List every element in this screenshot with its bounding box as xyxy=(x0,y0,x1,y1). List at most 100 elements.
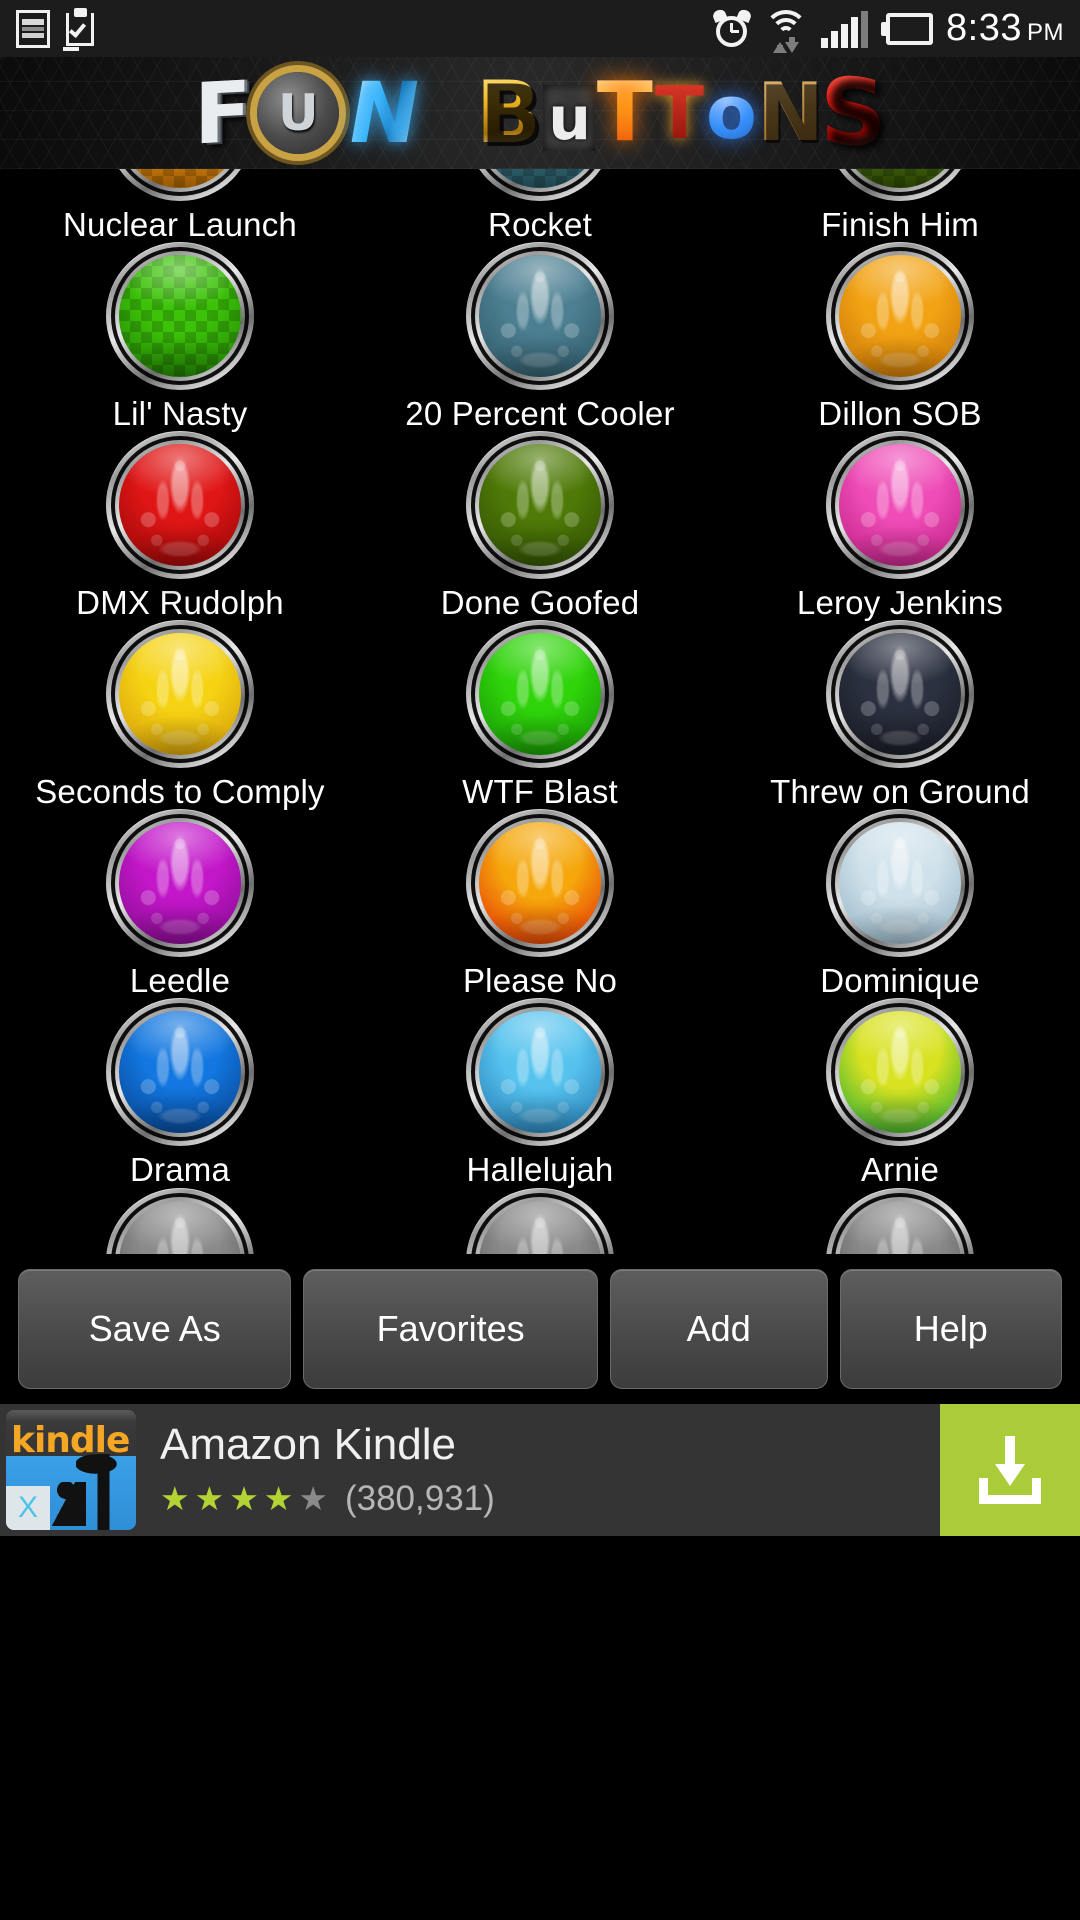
sound-button-face xyxy=(839,444,961,566)
sound-button-bezel[interactable] xyxy=(106,1188,254,1254)
sound-button-bezel[interactable] xyxy=(466,998,614,1146)
star-icon: ★ xyxy=(194,1480,225,1518)
sound-button[interactable] xyxy=(823,1187,977,1254)
button-gloss xyxy=(839,633,961,755)
close-icon[interactable]: X xyxy=(6,1486,50,1530)
bottom-toolbar: Save As Favorites Add Help xyxy=(0,1254,1080,1404)
sound-button-face xyxy=(479,169,601,188)
sound-button[interactable] xyxy=(823,431,977,579)
sound-button-bezel[interactable] xyxy=(466,169,614,201)
sound-button[interactable] xyxy=(103,1187,257,1254)
sound-button-bezel[interactable] xyxy=(826,169,974,201)
button-gloss xyxy=(479,822,601,944)
ad-icon-wordmark: kindle xyxy=(11,1420,130,1461)
logo-letter-u2: u xyxy=(543,85,595,151)
sound-button[interactable] xyxy=(823,998,977,1146)
ad-text-block: Amazon Kindle ★ ★ ★ ★ ★ (380,931) xyxy=(136,1404,940,1536)
sound-button[interactable] xyxy=(463,1187,617,1254)
sound-button[interactable] xyxy=(823,169,977,201)
sound-button[interactable] xyxy=(103,809,257,957)
button-grid-scroll-area[interactable]: Nuclear Launch Rocket Finish Him Lil' Nasty… xyxy=(0,169,1080,1254)
sound-button-bezel[interactable] xyxy=(466,809,614,957)
grid-cell: Lil' Nasty xyxy=(0,238,360,431)
sound-button-bezel[interactable] xyxy=(466,242,614,390)
sound-button[interactable] xyxy=(823,809,977,957)
button-gloss xyxy=(839,255,961,377)
status-bar-notifications xyxy=(16,7,98,51)
clock-ampm: PM xyxy=(1027,19,1064,46)
sound-button-face xyxy=(479,444,601,566)
sound-button-bezel[interactable] xyxy=(826,620,974,768)
grid-cell: Rocket xyxy=(360,169,720,242)
sound-button[interactable] xyxy=(103,169,257,201)
button-gloss xyxy=(839,1011,961,1133)
sound-button-face xyxy=(839,169,961,188)
status-bar-system-icons: 8:33 PM xyxy=(711,7,1064,53)
grid-cell: Seconds to Comply xyxy=(0,616,360,809)
sound-button-face xyxy=(119,822,241,944)
signal-bars-icon xyxy=(821,10,869,48)
star-icon: ★ xyxy=(229,1480,259,1518)
sound-button[interactable] xyxy=(463,809,617,957)
sound-button[interactable] xyxy=(463,242,617,390)
sound-button-bezel[interactable] xyxy=(106,169,254,201)
sound-button-face xyxy=(479,1201,601,1254)
logo-letter-u: U xyxy=(257,72,340,154)
sound-button-bezel[interactable] xyxy=(466,1188,614,1254)
status-bar[interactable]: 8:33 PM xyxy=(0,0,1080,57)
button-gloss xyxy=(839,444,961,566)
sound-button-bezel[interactable] xyxy=(106,242,254,390)
sound-button-face xyxy=(119,1201,241,1254)
ad-title: Amazon Kindle xyxy=(160,1420,456,1470)
logo-letter-s: S xyxy=(819,57,887,168)
clock-time: 8:33 xyxy=(946,7,1022,49)
sound-button-face xyxy=(479,255,601,377)
sound-button-bezel[interactable] xyxy=(826,809,974,957)
sound-button-face xyxy=(119,1011,241,1133)
sound-button[interactable] xyxy=(103,242,257,390)
sound-button-face xyxy=(479,822,601,944)
help-button[interactable]: Help xyxy=(839,1269,1063,1389)
button-gloss xyxy=(119,1011,241,1133)
sound-button[interactable] xyxy=(103,620,257,768)
sound-button[interactable] xyxy=(463,431,617,579)
sound-button[interactable] xyxy=(463,169,617,201)
button-gloss xyxy=(119,822,241,944)
button-gloss xyxy=(479,444,601,566)
sound-button-bezel[interactable] xyxy=(826,431,974,579)
button-gloss xyxy=(839,822,961,944)
grid-cell xyxy=(360,1183,720,1254)
sound-button-bezel[interactable] xyxy=(466,620,614,768)
ad-app-icon[interactable]: kindle X xyxy=(6,1410,136,1530)
save-as-button[interactable]: Save As xyxy=(18,1269,292,1389)
download-icon xyxy=(979,1436,1041,1504)
sound-button[interactable] xyxy=(823,620,977,768)
sound-button[interactable] xyxy=(823,242,977,390)
alarm-clock-icon xyxy=(711,7,753,48)
ad-banner[interactable]: kindle X Amazon Kindle ★ ★ ★ ★ ★ (380,93… xyxy=(0,1404,1080,1536)
favorites-button[interactable]: Favorites xyxy=(303,1269,598,1389)
sound-button-bezel[interactable] xyxy=(106,998,254,1146)
grid-cell: Nuclear Launch xyxy=(0,169,360,242)
sound-button-bezel[interactable] xyxy=(106,620,254,768)
sound-button[interactable] xyxy=(463,998,617,1146)
sound-button-bezel[interactable] xyxy=(466,431,614,579)
grid-cell: Done Goofed xyxy=(360,427,720,620)
sound-button-face xyxy=(119,255,241,377)
sound-button-bezel[interactable] xyxy=(826,242,974,390)
sound-button-bezel[interactable] xyxy=(826,998,974,1146)
sound-button-face xyxy=(119,169,241,188)
logo-letter-t1: T xyxy=(596,65,653,160)
add-button[interactable]: Add xyxy=(609,1269,828,1389)
ad-icon-reader-silhouette xyxy=(46,1482,86,1526)
sound-button[interactable] xyxy=(103,998,257,1146)
sound-button-face xyxy=(839,1201,961,1254)
sound-button-bezel[interactable] xyxy=(106,809,254,957)
grid-cell: Please No xyxy=(360,805,720,998)
sound-button[interactable] xyxy=(103,431,257,579)
sound-button-bezel[interactable] xyxy=(106,431,254,579)
ad-download-button[interactable] xyxy=(940,1404,1080,1536)
sound-button-bezel[interactable] xyxy=(826,1188,974,1254)
grid-cell: Leedle xyxy=(0,805,360,998)
sound-button[interactable] xyxy=(463,620,617,768)
